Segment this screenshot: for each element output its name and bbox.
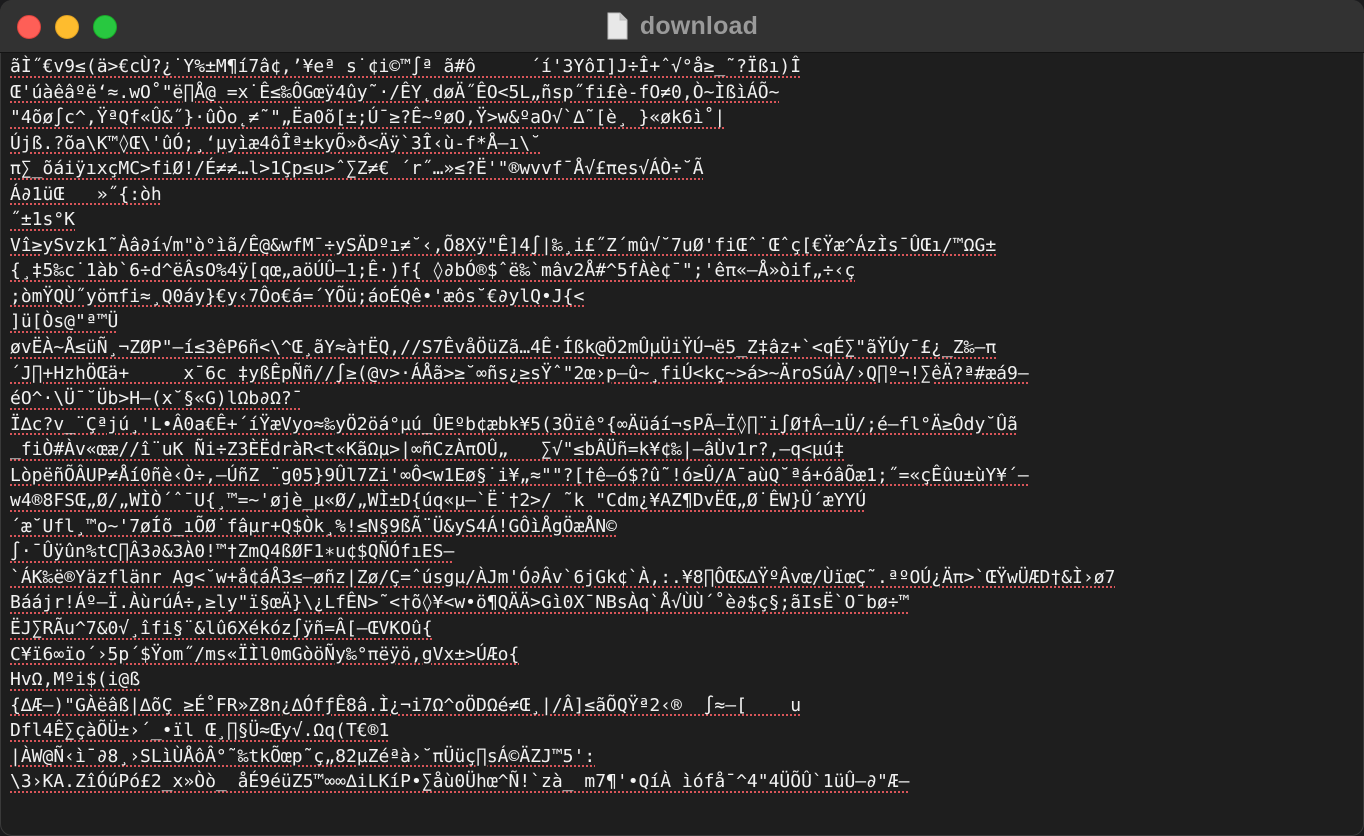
title-bar[interactable]: download: [0, 0, 1364, 53]
terminal-line: Újß.?õa\K™◊Œ\'ûÓ;¸‘µyìæ4ôÎª±kyÕ»ð<Äÿ`3Î‹…: [10, 132, 542, 154]
terminal-line: ∫·¯Ûÿûn%tC∏Â3∂&3À0!™†ZmQ4ßØF1∗u¢$QÑÓfıES…: [10, 541, 455, 563]
terminal-window: download ãÌ˝€v9≤(ä>€cÙ?¿˙Y%±M¶í7â¢,’¥eª …: [0, 0, 1364, 836]
window-title-group: download: [0, 0, 1364, 52]
terminal-line: C¥ï6∞ïo´›5p´$Ÿom˝/ms«ÏÌl0mGòöÑy‰°πëÿö,gV…: [10, 643, 520, 665]
terminal-line: |ÀW@Ñ‹ì¯∂8¸›SLìÙÅôÂ°˜‰tkÕœp˜ç„82µZéªà›˘π…: [10, 745, 596, 767]
terminal-line: Á∂1üŒ »˝{:òh: [10, 183, 162, 205]
terminal-line: ]ü[Òs@"ª™Ü: [10, 311, 119, 333]
terminal-line: _fiÒ#Àv«œæ//î¨uK Ñi÷Z3ÈËdràR<t«KãΩµ>|∞ñC…: [10, 439, 845, 461]
terminal-line: øvËÀ~Å≤üÑ¸¬ZØP"–í≤3êP6ñ<\^Œ¸ãY≈à†ËQ,//S7…: [10, 337, 997, 359]
terminal-line: {∆Æ–)"GÀëâß|∆õÇ ≥É˚FR»Z8n¿∆ÓfƒÊ8â.Ì¿¬i7Ω…: [10, 694, 802, 716]
terminal-line: Œ'úàêâºë‘≈.wO˚"ë∏Å@ =x˙Ê≤‰ÔGœÿ4ûy˜·/ÊY˛d…: [10, 81, 780, 103]
terminal-line: `ÁK‰ë®Yäzflänr Ag<˘w+å¢áÅ3≤–øñz|Zø/Ç=ˆús…: [10, 566, 1116, 588]
terminal-line: π∑_õáiÿıxçMC>fiØ!/É≠≠…l>1Çp≤u>ˆ∑Z≠€ ´r˝……: [10, 158, 704, 180]
terminal-line: LòpëñÕÂUP≠Åí0ñè‹Ò÷,–ÚñZ ¨g05}9Ûl7Zi'∞Ô<w…: [10, 464, 1029, 486]
terminal-line: ´J∏+HzhÖŒä+ x¯6c ‡yßÊpÑñ//∫≥(@v>·ÁÅã>≥˘∞…: [10, 362, 1029, 384]
terminal-line: \3›KA.ZîÓúPó£2_x»Òò_ åÉ9éüZ5™∞∞∆iLKíP•∑å…: [10, 771, 910, 793]
terminal-line: HvΩ,Mºi$(i@ß: [10, 669, 141, 691]
terminal-line: Vî≥ySvzk1˜Àâ∂í√m"ò°ìã/Ê@&wfM¯÷ySÄDºı≠˘‹,…: [10, 234, 997, 256]
document-icon: [607, 12, 628, 40]
terminal-line: ;òmŸQÙ˝yöπfi≈¸Q0áy}€y‹7Ôo€á=´YÕü;áoÉQê•'…: [10, 285, 585, 307]
terminal-line: ´æ˘Ufl¸™o~'7øÍõ_ıÕØ˙fâµr+Q$Òk¸%!≤N§9ßÃ¨Ü…: [10, 515, 617, 537]
terminal-line: ˝±1s°K: [10, 209, 76, 231]
terminal-line: Báájr!Áº–Ï.ÀùrúÁ÷,≥ly"ï§œÄ}\¿LfÊN>˜<†õ◊¥…: [10, 592, 910, 614]
terminal-line: éO^·\Ü¯˘Üb>H–(x˘§«G)lΩb∂Ω?¯: [10, 388, 303, 410]
terminal-line: "4õø∫c^,ŸªQf«Û&˝}·ûÒo˛≠˜"„Ëa0õ[±;Ú¯≥?Ê~º…: [10, 107, 726, 129]
terminal-output[interactable]: ãÌ˝€v9≤(ä>€cÙ?¿˙Y%±M¶í7â¢,’¥eª s˙¢i©™∫ª …: [0, 53, 1364, 836]
terminal-line: ãÌ˝€v9≤(ä>€cÙ?¿˙Y%±M¶í7â¢,’¥eª s˙¢i©™∫ª …: [10, 56, 802, 77]
terminal-line: Dfl4Ê∑çàÕÜ±›´_•ïl Œ¸∏§Ü≈Œy√.Ωq(T€®1: [10, 720, 390, 742]
window-title: download: [639, 11, 759, 40]
terminal-line: w4®8FSŒ„Ø/„WÌÒ´ˆ¯U{¸™=~'øjè_µ«Ø/„WÌ±D{úq…: [10, 490, 867, 512]
terminal-line: Ï∆c?v_¨Çªjú¸'L•Â0a€Ê+´íŸæVyo≈‰yÖ2öá°µú_Û…: [10, 413, 1018, 435]
terminal-line: ËJ∑RÃu^7&0√¸îfi§¨&lû6Xékóz∫ÿñ=Â[–ŒVKOû{: [10, 618, 433, 640]
terminal-line: {¸‡5‰c˙1àb`6÷d^ëÂsO%4ÿ[qœ„aöÚÛ–1;Ê·)f{ ◊…: [10, 260, 856, 282]
